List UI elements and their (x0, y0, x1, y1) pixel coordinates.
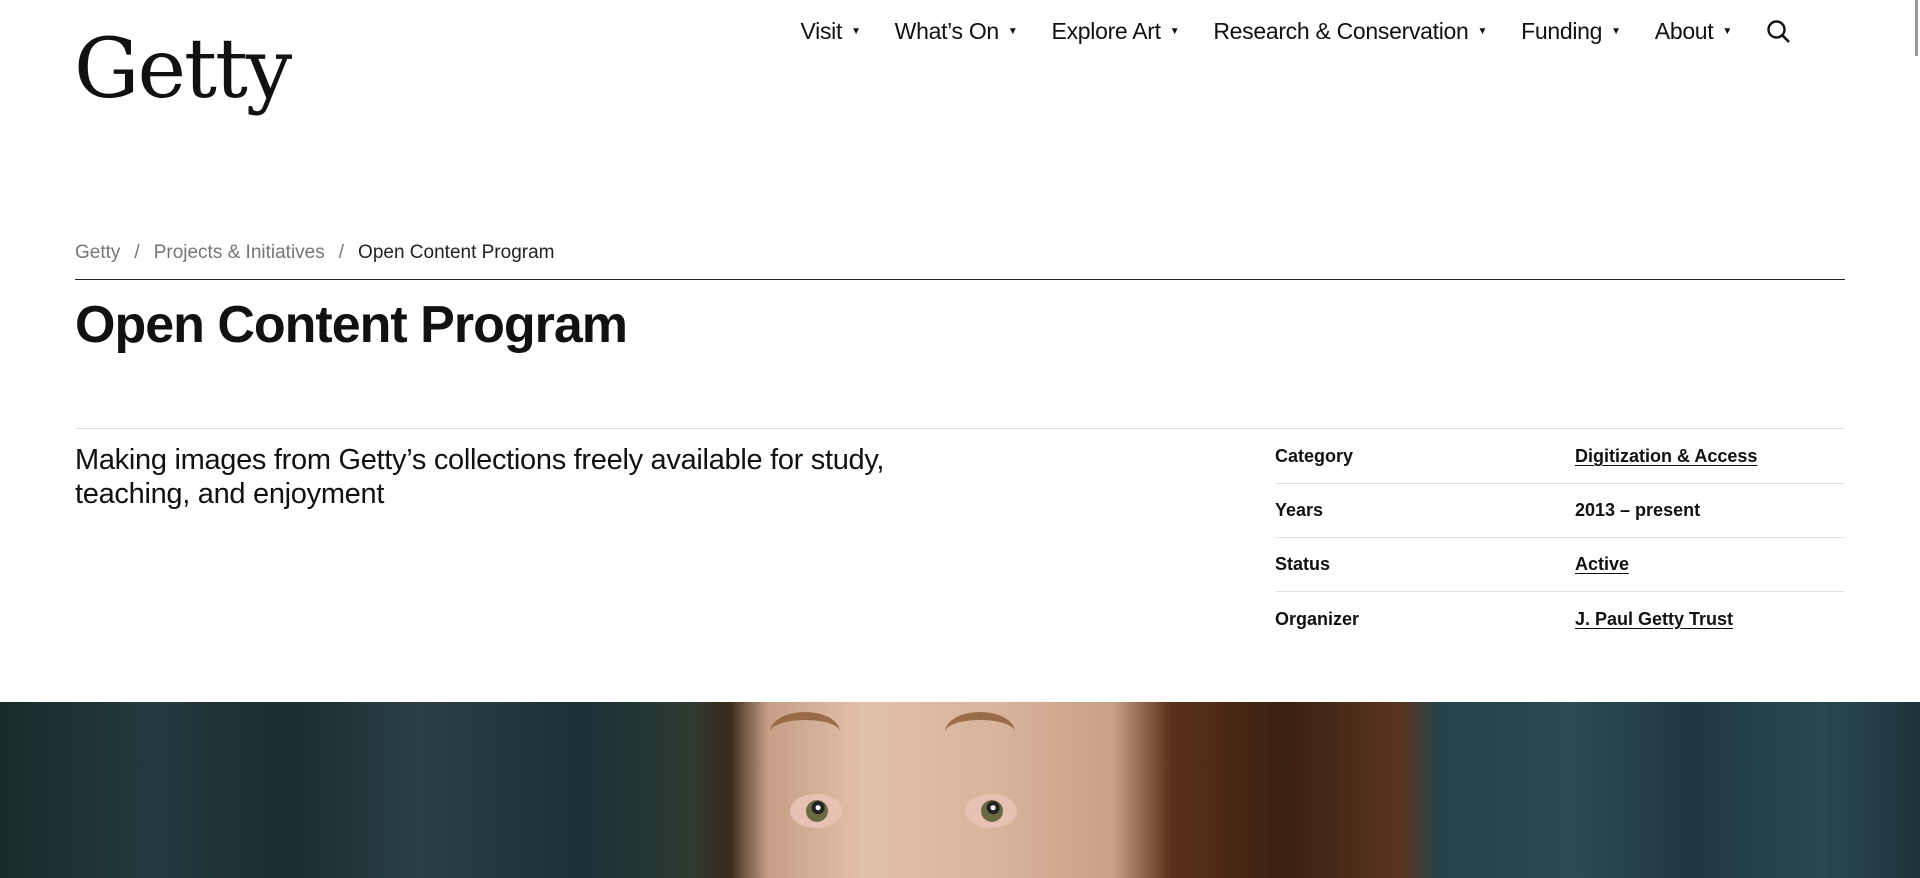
meta-label: Category (1275, 446, 1354, 466)
scrollbar[interactable] (1915, 0, 1918, 56)
divider (75, 428, 1845, 429)
nav-explore-art[interactable]: Explore Art ▼ (1052, 18, 1180, 45)
page-title: Open Content Program (75, 296, 628, 354)
nav-label: Explore Art (1051, 18, 1162, 44)
hero-painting-image (0, 702, 1920, 878)
painting-detail (965, 794, 1017, 828)
years-value: 2013 – present (1575, 500, 1701, 520)
caret-down-icon: ▼ (1169, 26, 1180, 37)
meta-label: Years (1275, 500, 1324, 520)
meta-label: Organizer (1275, 608, 1360, 629)
caret-down-icon: ▼ (1611, 26, 1621, 37)
organizer-link[interactable]: J. Paul Getty Trust (1575, 609, 1733, 630)
breadcrumb-projects[interactable]: Projects & Initiatives (154, 242, 325, 264)
meta-years: Years 2013 – present (1275, 484, 1845, 538)
search-icon[interactable] (1766, 19, 1792, 45)
caret-down-icon: ▼ (1477, 26, 1488, 37)
nav-about[interactable]: About ▼ (1654, 18, 1733, 45)
main-nav: Visit ▼ What’s On ▼ Explore Art ▼ Research … (801, 18, 1792, 45)
meta-organizer: Organizer J. Paul Getty Trust (1275, 592, 1845, 646)
nav-label: About (1654, 18, 1714, 44)
status-link[interactable]: Active (1575, 554, 1629, 575)
project-meta: Category Digitization & Access Years 2013 … (1275, 430, 1845, 646)
separator: / (134, 242, 140, 263)
nav-visit[interactable]: Visit ▼ (801, 18, 861, 45)
painting-detail (945, 712, 1015, 732)
meta-status: Status Active (1275, 538, 1845, 592)
breadcrumb-current: Open Content Program (358, 242, 555, 263)
caret-down-icon: ▼ (1007, 26, 1018, 37)
meta-label: Status (1275, 554, 1331, 574)
category-link[interactable]: Digitization & Access (1575, 446, 1757, 467)
nav-research-conservation[interactable]: Research & Conservation ▼ (1213, 18, 1487, 45)
meta-category: Category Digitization & Access (1275, 430, 1845, 484)
divider (75, 279, 1845, 280)
painting-detail (790, 794, 842, 828)
breadcrumb-getty[interactable]: Getty (75, 242, 120, 264)
nav-whats-on[interactable]: What’s On ▼ (895, 18, 1018, 45)
caret-down-icon: ▼ (851, 26, 861, 37)
separator: / (338, 242, 345, 263)
nav-label: Funding (1521, 18, 1603, 44)
painting-detail (770, 712, 840, 732)
getty-logo[interactable]: Getty (74, 22, 292, 117)
breadcrumb: Getty / Projects & Initiatives / Open Cont… (75, 242, 555, 264)
nav-label: Research & Conservation (1213, 18, 1469, 44)
caret-down-icon: ▼ (1722, 26, 1732, 37)
nav-funding[interactable]: Funding ▼ (1521, 18, 1621, 45)
tagline: Making images from Getty’s collections f… (75, 444, 885, 510)
nav-label: What’s On (894, 18, 1000, 44)
nav-label: Visit (800, 18, 843, 44)
